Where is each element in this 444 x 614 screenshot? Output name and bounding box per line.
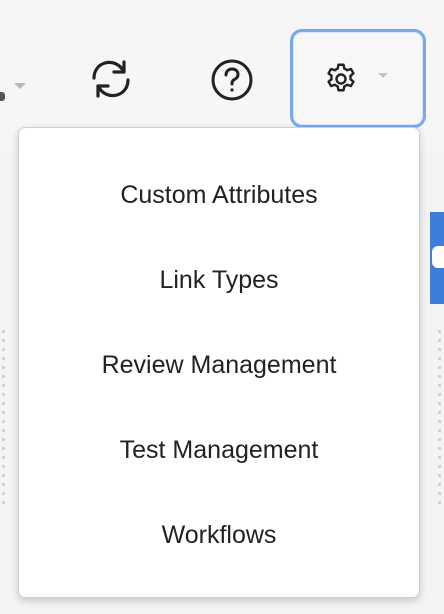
menu-item-review-management[interactable]: Review Management [19,335,419,395]
menu-item-test-management[interactable]: Test Management [19,420,419,480]
gear-icon [327,63,355,91]
settings-dropdown-menu: Custom Attributes Link Types Review Mana… [18,127,420,598]
menu-item-custom-attributes[interactable]: Custom Attributes [19,165,419,225]
partial-control [0,92,5,101]
page-edge-left [2,330,5,510]
dropdown-caret-icon[interactable] [14,83,26,89]
sync-button[interactable] [80,48,142,110]
background-panel-handle [432,246,444,268]
settings-button[interactable] [290,29,426,128]
help-button[interactable] [204,52,260,108]
help-icon [211,59,253,101]
menu-item-workflows[interactable]: Workflows [19,505,419,565]
sync-icon [92,60,130,98]
settings-dropdown-caret-icon [378,73,388,78]
page-edge-right [438,330,441,510]
menu-item-link-types[interactable]: Link Types [19,250,419,310]
app-stage: Custom Attributes Link Types Review Mana… [0,0,444,614]
